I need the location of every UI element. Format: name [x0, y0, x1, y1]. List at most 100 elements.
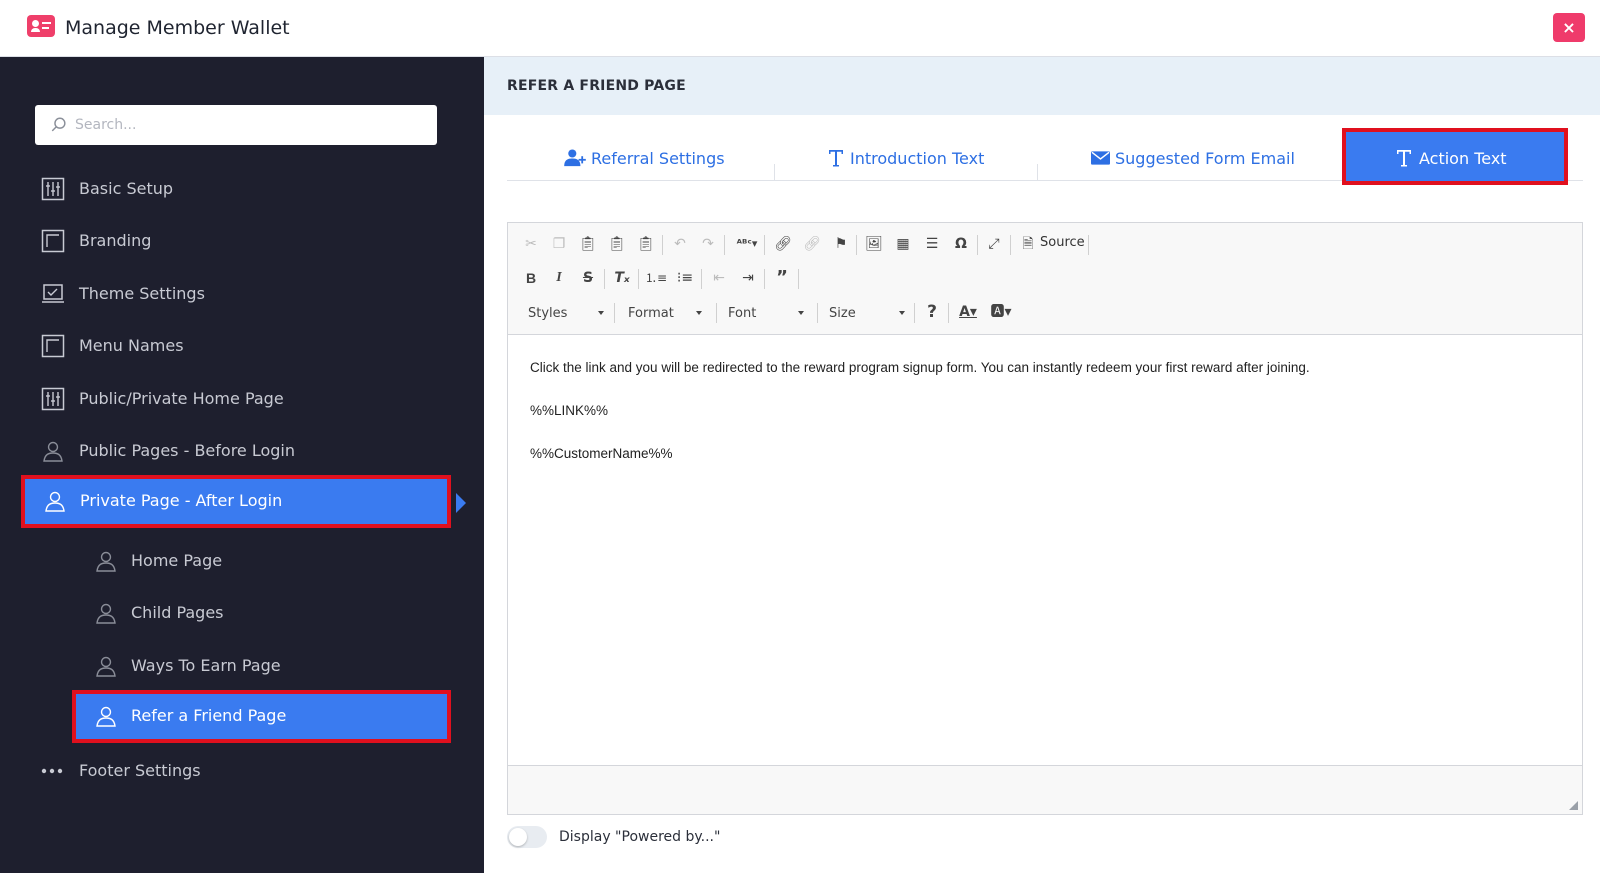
format-label: Format	[628, 306, 674, 321]
sidebar-item-label: Private Page - After Login	[80, 491, 283, 510]
user-icon	[96, 603, 116, 624]
toolbar-separator	[716, 303, 717, 323]
special-char-icon[interactable]: Ω	[950, 233, 972, 255]
tab-action-text[interactable]: Action Text	[1342, 128, 1568, 185]
paste-text-icon[interactable]: 📋︎	[606, 233, 628, 255]
strikethrough-icon[interactable]: S	[577, 267, 599, 289]
tab-introduction-text[interactable]: Introduction Text	[775, 136, 1037, 181]
sidebar-item-label: Child Pages	[131, 603, 224, 622]
sidebar-item-public-pages[interactable]: Public Pages - Before Login	[0, 425, 460, 478]
sidebar: Basic Setup Branding Theme Settings Menu…	[0, 57, 484, 873]
sidebar-item-label: Branding	[79, 231, 152, 250]
text-color-icon[interactable]: A▾	[953, 301, 983, 323]
ellipsis-icon	[41, 768, 63, 774]
styles-dropdown[interactable]: Styles	[520, 301, 610, 325]
user-icon	[96, 551, 116, 572]
content-paragraph: %%LINK%%	[530, 403, 609, 418]
toolbar-separator	[614, 303, 615, 323]
search-input[interactable]	[75, 105, 425, 145]
size-dropdown[interactable]: Size	[821, 301, 913, 325]
tab-label: Introduction Text	[850, 149, 985, 168]
outdent-icon[interactable]: ⇤	[708, 267, 730, 289]
font-dropdown[interactable]: Font	[720, 301, 816, 325]
format-dropdown[interactable]: Format	[620, 301, 714, 325]
user-icon	[96, 706, 116, 727]
powered-by-toggle[interactable]	[507, 826, 547, 848]
redo-icon[interactable]: ↷	[697, 233, 719, 255]
remove-format-icon[interactable]: Tₓ	[611, 267, 633, 289]
sidebar-item-label: Footer Settings	[79, 761, 201, 780]
toolbar-separator	[701, 269, 702, 289]
bold-icon[interactable]: B	[520, 267, 542, 289]
spellcheck-icon[interactable]: ᴬᴮᶜ▾	[732, 233, 762, 255]
sidebar-subitem-refer-a-friend[interactable]: Refer a Friend Page	[72, 690, 451, 743]
toolbar-separator	[856, 235, 857, 255]
resize-handle-icon[interactable]	[1569, 801, 1578, 810]
tab-referral-settings[interactable]: Referral Settings	[507, 136, 774, 181]
active-indicator-arrow	[456, 493, 466, 513]
sidebar-item-public-private-home-page[interactable]: Public/Private Home Page	[0, 373, 460, 426]
cut-icon[interactable]: ✂	[520, 233, 542, 255]
close-button[interactable]: ×	[1553, 13, 1585, 42]
sidebar-item-label: Menu Names	[79, 336, 184, 355]
tab-label: Action Text	[1419, 149, 1507, 168]
image-icon[interactable]: 🖼︎	[863, 233, 885, 255]
tab-bar: Referral Settings Introduction Text Sugg…	[507, 128, 1583, 185]
toolbar-separator	[977, 235, 978, 255]
sidebar-subitem-home-page[interactable]: Home Page	[0, 535, 460, 588]
page-title: REFER A FRIEND PAGE	[507, 78, 686, 94]
sidebar-item-footer-settings[interactable]: Footer Settings	[0, 745, 460, 798]
sidebar-subitem-ways-to-earn[interactable]: Ways To Earn Page	[0, 640, 460, 693]
toolbar-separator	[662, 235, 663, 255]
chevron-down-icon	[598, 311, 604, 315]
tab-suggested-form-email[interactable]: Suggested Form Email	[1038, 136, 1338, 181]
maximize-icon[interactable]: ⤢	[983, 233, 1005, 255]
horizontal-line-icon[interactable]: ☰	[921, 233, 943, 255]
sidebar-item-basic-setup[interactable]: Basic Setup	[0, 163, 460, 216]
copy-icon[interactable]: ❐	[548, 233, 570, 255]
sidebar-item-theme-settings[interactable]: Theme Settings	[0, 268, 460, 321]
frame-icon	[41, 229, 65, 253]
link-icon[interactable]: 🔗︎	[772, 233, 794, 255]
paste-word-icon[interactable]: 📋︎	[635, 233, 657, 255]
undo-icon[interactable]: ↶	[669, 233, 691, 255]
table-icon[interactable]: ▦	[892, 233, 914, 255]
sidebar-item-menu-names[interactable]: Menu Names	[0, 320, 460, 373]
unlink-icon[interactable]: 🔗︎	[801, 233, 823, 255]
help-icon[interactable]: ?	[921, 301, 943, 323]
user-icon	[96, 656, 116, 677]
font-label: Font	[728, 306, 757, 321]
search-box[interactable]	[35, 105, 437, 145]
bulleted-list-icon[interactable]: ⁝≡	[674, 267, 696, 289]
paste-icon[interactable]: 📋︎	[577, 233, 599, 255]
sidebar-item-branding[interactable]: Branding	[0, 215, 460, 268]
chevron-down-icon	[696, 311, 702, 315]
sidebar-subitem-child-pages[interactable]: Child Pages	[0, 587, 460, 640]
sliders-icon	[41, 177, 65, 201]
title-bar: Manage Member Wallet ×	[0, 0, 1600, 57]
indent-icon[interactable]: ⇥	[737, 267, 759, 289]
blockquote-icon[interactable]: ”	[771, 267, 793, 289]
background-color-icon[interactable]: 🅰︎▾	[986, 301, 1016, 323]
editor-toolbar: ✂ ❐ 📋︎ 📋︎ 📋︎ ↶ ↷ ᴬᴮᶜ▾ 🔗︎ 🔗︎ ⚑ 🖼︎ ▦ ☰ Ω ⤢…	[508, 223, 1582, 335]
editor-content[interactable]: Click the link and you will be redirecte…	[508, 335, 1582, 765]
size-label: Size	[829, 306, 856, 321]
source-button[interactable]: Source	[1040, 235, 1085, 250]
member-card-icon	[27, 15, 55, 37]
content-paragraph: Click the link and you will be redirecte…	[530, 360, 1310, 375]
toolbar-separator	[764, 269, 765, 289]
text-icon	[1397, 150, 1411, 167]
laptop-icon	[42, 284, 64, 303]
source-icon[interactable]: 🗎︎	[1017, 233, 1039, 255]
anchor-flag-icon[interactable]: ⚑	[830, 233, 852, 255]
numbered-list-icon[interactable]: ⒈≡	[645, 267, 667, 289]
italic-icon[interactable]: I	[548, 267, 570, 289]
sidebar-item-private-page[interactable]: Private Page - After Login	[21, 475, 451, 528]
toolbar-separator	[1010, 235, 1011, 255]
sidebar-item-label: Home Page	[131, 551, 223, 570]
main-panel: REFER A FRIEND PAGE Referral Settings In…	[484, 57, 1600, 873]
sidebar-item-label: Theme Settings	[79, 284, 205, 303]
sidebar-item-label: Ways To Earn Page	[131, 656, 281, 675]
toolbar-separator	[914, 303, 915, 323]
rich-text-editor: ✂ ❐ 📋︎ 📋︎ 📋︎ ↶ ↷ ᴬᴮᶜ▾ 🔗︎ 🔗︎ ⚑ 🖼︎ ▦ ☰ Ω ⤢…	[507, 222, 1583, 815]
